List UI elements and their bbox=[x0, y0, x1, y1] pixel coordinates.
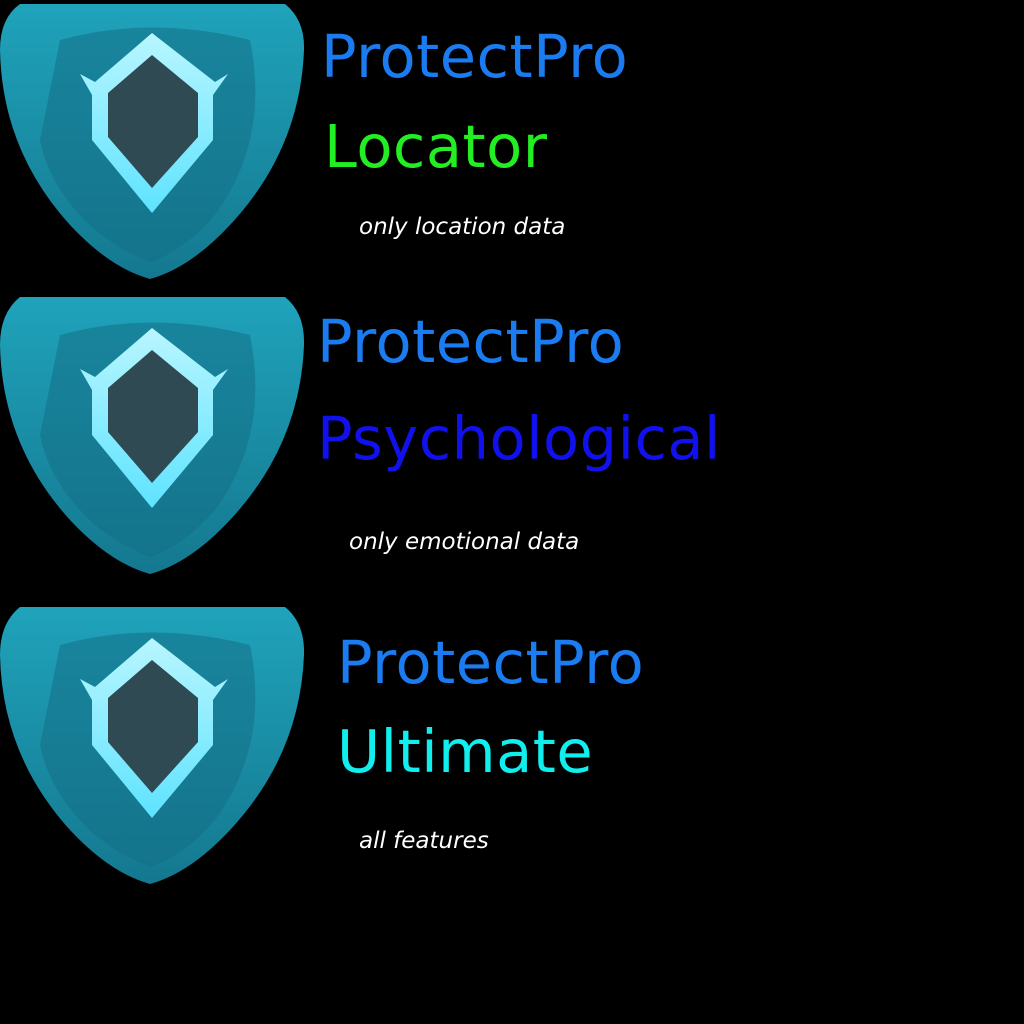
brand-name: ProtectPro bbox=[317, 307, 625, 376]
product-tagline: only location data bbox=[359, 214, 566, 240]
product-locator: ProtectPro Locator only location data bbox=[0, 0, 1024, 290]
shield-icon bbox=[0, 605, 305, 885]
product-tagline: all features bbox=[359, 828, 489, 854]
product-psychological: ProtectPro Psychological only emotional … bbox=[0, 295, 1024, 585]
brand-name: ProtectPro bbox=[321, 22, 629, 91]
brand-name: ProtectPro bbox=[337, 628, 645, 697]
variant-name: Locator bbox=[324, 112, 548, 181]
variant-name: Psychological bbox=[317, 404, 721, 473]
product-tagline: only emotional data bbox=[349, 529, 580, 555]
variant-name: Ultimate bbox=[337, 717, 594, 786]
product-ultimate: ProtectPro Ultimate all features bbox=[0, 605, 1024, 895]
shield-icon bbox=[0, 0, 305, 280]
shield-icon bbox=[0, 295, 305, 575]
